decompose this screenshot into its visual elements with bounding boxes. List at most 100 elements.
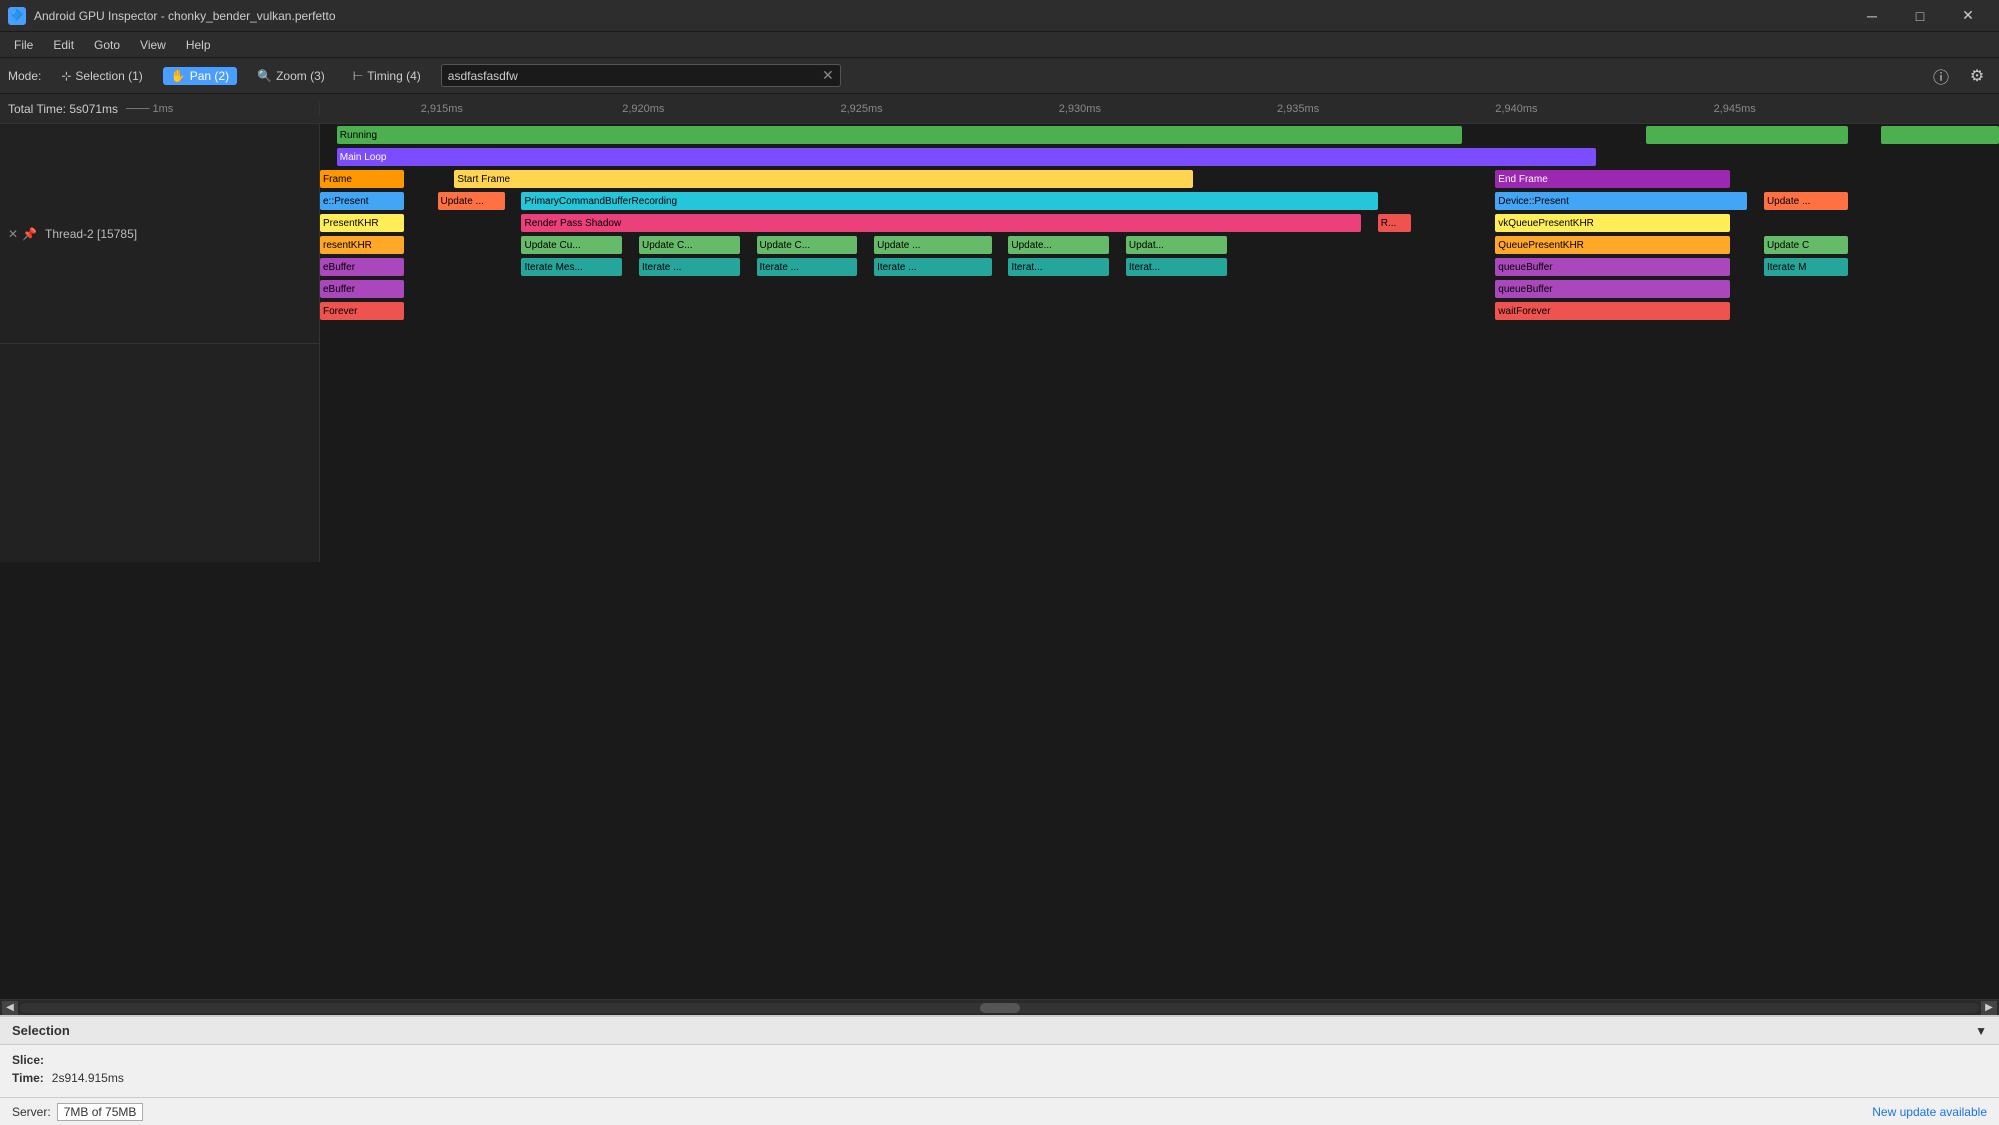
slice-label: Slice:: [12, 1053, 44, 1067]
scroll-track[interactable]: [20, 1003, 1979, 1013]
span-running-3[interactable]: [1881, 126, 1999, 144]
span-wait-forever[interactable]: waitForever: [1495, 302, 1730, 320]
span-primary-cmd[interactable]: PrimaryCommandBufferRecording: [521, 192, 1377, 210]
track-forever: Forever waitForever: [320, 300, 1999, 322]
menu-goto[interactable]: Goto: [84, 32, 130, 58]
thread-pin-icon[interactable]: 📌: [22, 227, 37, 241]
search-input[interactable]: [448, 69, 822, 83]
track-ébuffer2: eBuffer queueBuffer: [320, 278, 1999, 300]
span-running-2[interactable]: [1646, 126, 1847, 144]
toolbar-right: ⓘ ⚙: [1927, 62, 1991, 90]
span-iterate-4[interactable]: Iterate ...: [874, 258, 992, 276]
span-device-present[interactable]: Device::Present: [1495, 192, 1747, 210]
horizontal-scrollbar: ◀ ▶: [0, 999, 1999, 1015]
span-iterate-3[interactable]: Iterate ...: [757, 258, 858, 276]
selection-title: Selection: [12, 1023, 70, 1038]
total-time: Total Time: 5s071ms: [8, 102, 118, 116]
settings-button[interactable]: ⚙: [1963, 62, 1991, 90]
span-iterate-1[interactable]: Iterate Mes...: [521, 258, 622, 276]
track-frames: Frame Start Frame End Frame: [320, 168, 1999, 190]
span-present-khr-2[interactable]: resentKHR: [320, 236, 404, 254]
track-running: Running: [320, 124, 1999, 146]
menu-view[interactable]: View: [130, 32, 176, 58]
track-main-loop: Main Loop: [320, 146, 1999, 168]
mode-label: Mode:: [8, 69, 41, 83]
span-update-cu-5[interactable]: Update...: [1008, 236, 1109, 254]
status-bar: Server: 7MB of 75MB New update available: [0, 1097, 1999, 1125]
span-main-loop[interactable]: Main Loop: [337, 148, 1596, 166]
span-queue-buffer-1[interactable]: queueBuffer: [1495, 258, 1730, 276]
selection-header: Selection ▼: [0, 1017, 1999, 1045]
span-frame[interactable]: Frame: [320, 170, 404, 188]
menu-file[interactable]: File: [4, 32, 43, 58]
menu-edit[interactable]: Edit: [43, 32, 84, 58]
zoom-label: Zoom (3): [276, 69, 325, 83]
span-iterate-2[interactable]: Iterate ...: [639, 258, 740, 276]
title-bar-controls: ─ □ ✕: [1849, 0, 1991, 32]
info-button[interactable]: ⓘ: [1927, 62, 1955, 90]
update-link[interactable]: New update available: [1872, 1105, 1987, 1119]
span-ebuffer-2[interactable]: eBuffer: [320, 280, 404, 298]
maximize-button[interactable]: □: [1897, 0, 1943, 32]
span-vk-queue-present[interactable]: vkQueuePresentKHR: [1495, 214, 1730, 232]
time-label: Time:: [12, 1071, 44, 1085]
search-container: ✕: [441, 64, 841, 87]
scroll-right-button[interactable]: ▶: [1981, 1001, 1997, 1015]
window-title: Android GPU Inspector - chonky_bender_vu…: [34, 9, 336, 23]
server-info: Server: 7MB of 75MB: [12, 1103, 143, 1121]
mode-pan-button[interactable]: ✋ Pan (2): [163, 67, 237, 85]
minimize-button[interactable]: ─: [1849, 0, 1895, 32]
close-button[interactable]: ✕: [1945, 0, 1991, 32]
time-marker-3: 2,930ms: [1059, 103, 1101, 115]
scroll-left-button[interactable]: ◀: [2, 1001, 18, 1015]
span-update-cu-6[interactable]: Updat...: [1126, 236, 1227, 254]
search-clear-icon[interactable]: ✕: [822, 67, 834, 84]
span-update-2[interactable]: Update ...: [1764, 192, 1848, 210]
span-e-present[interactable]: e::Present: [320, 192, 404, 210]
empty-track-area: [0, 562, 1999, 1000]
time-marker-5: 2,940ms: [1495, 103, 1537, 115]
span-r[interactable]: R...: [1378, 214, 1412, 232]
span-render-pass-shadow[interactable]: Render Pass Shadow: [521, 214, 1361, 232]
server-value: 7MB of 75MB: [57, 1103, 144, 1121]
span-running-1[interactable]: Running: [337, 126, 1462, 144]
mode-selection-button[interactable]: ⊹ Selection (1): [53, 67, 150, 85]
span-present-khr[interactable]: PresentKHR: [320, 214, 404, 232]
time-header: Total Time: 5s071ms ─── 1ms 2,915ms 2,92…: [0, 94, 1999, 124]
span-update-cu-2[interactable]: Update C...: [639, 236, 740, 254]
selection-content: Slice: Time: 2s914.915ms: [0, 1045, 1999, 1097]
span-update-c-last[interactable]: Update C: [1764, 236, 1848, 254]
mode-timing-button[interactable]: ⊢ Timing (4): [345, 67, 429, 85]
toolbar: Mode: ⊹ Selection (1) ✋ Pan (2) 🔍 Zoom (…: [0, 58, 1999, 94]
span-forever[interactable]: Forever: [320, 302, 404, 320]
selection-time-row: Time: 2s914.915ms: [12, 1071, 1987, 1085]
span-queue-present-khr[interactable]: QueuePresentKHR: [1495, 236, 1730, 254]
selection-icon: ⊹: [61, 69, 71, 83]
track-present: e::Present Update ... PrimaryCommandBuff…: [320, 190, 1999, 212]
span-start-frame[interactable]: Start Frame: [454, 170, 1193, 188]
span-end-frame[interactable]: End Frame: [1495, 170, 1730, 188]
scroll-thumb[interactable]: [980, 1003, 1020, 1013]
span-update-cu-3[interactable]: Update C...: [757, 236, 858, 254]
time-marker-0: 2,915ms: [421, 103, 463, 115]
menu-help[interactable]: Help: [176, 32, 221, 58]
menu-bar: File Edit Goto View Help: [0, 32, 1999, 58]
span-update-cu-1[interactable]: Update Cu...: [521, 236, 622, 254]
timing-icon: ⊢: [353, 69, 363, 83]
thread-close-icon[interactable]: ✕: [8, 227, 18, 241]
span-queue-buffer-2[interactable]: queueBuffer: [1495, 280, 1730, 298]
track-render-pass: PresentKHR Render Pass Shadow R... vkQue…: [320, 212, 1999, 234]
mode-zoom-button[interactable]: 🔍 Zoom (3): [249, 67, 333, 85]
span-iterate-5[interactable]: Iterat...: [1008, 258, 1109, 276]
timeline-container: Total Time: 5s071ms ─── 1ms 2,915ms 2,92…: [0, 94, 1999, 1015]
server-label: Server:: [12, 1105, 51, 1119]
timing-label: Timing (4): [367, 69, 421, 83]
span-update-1[interactable]: Update ...: [438, 192, 505, 210]
span-ebuffer-1[interactable]: eBuffer: [320, 258, 404, 276]
span-iterate-6[interactable]: Iterat...: [1126, 258, 1227, 276]
span-update-cu-4[interactable]: Update ...: [874, 236, 992, 254]
thread-name: Thread-2 [15785]: [45, 227, 137, 241]
span-iterate-last[interactable]: Iterate M: [1764, 258, 1848, 276]
pan-icon: ✋: [171, 69, 186, 83]
selection-collapse-icon[interactable]: ▼: [1975, 1024, 1987, 1038]
